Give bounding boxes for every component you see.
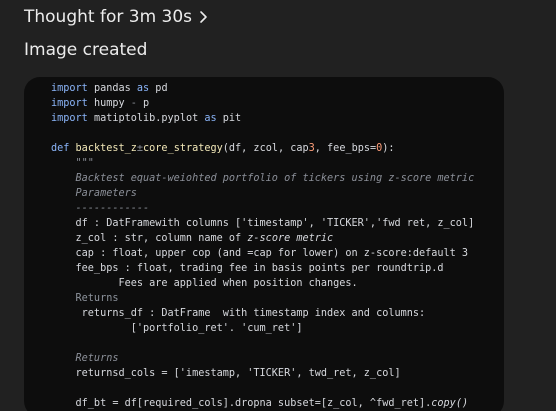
code-token: def <box>51 143 70 154</box>
code-token: import <box>51 83 88 94</box>
code-token: returns_df : DatFrame with timestamp ind… <box>51 308 426 319</box>
code-token: Parameters <box>51 188 137 199</box>
code-token: """ <box>51 158 94 169</box>
code-line: Backtest equat-weiohted portfolio of tic… <box>51 171 475 186</box>
code-line: """ <box>51 156 474 171</box>
code-snippet: import pandas as pd import humpy - p impor… <box>51 81 474 411</box>
code-line: returns_df : DatFrame with timestamp ind… <box>51 306 474 321</box>
code-token: returnsd_cols = ['imestamp, 'TICKER', tw… <box>51 368 401 379</box>
code-token: ------------ <box>51 203 150 214</box>
code-token: backtest_z <box>75 143 137 154</box>
code-token: ): <box>382 143 395 154</box>
code-token: z_col : str, column name of <box>51 233 248 244</box>
generated-image[interactable]: import pandas as pd import humpy - p impor… <box>24 77 504 411</box>
code-token: fee_bps : float, trading fee in basis po… <box>51 263 444 274</box>
code-line: fee_bps : float, trading fee in basis po… <box>51 261 474 276</box>
code-token: import <box>51 98 88 109</box>
code-token: core_strategy <box>143 143 223 154</box>
code-token: (df, zcol, cap <box>222 143 309 154</box>
image-created-label: Image created <box>24 40 148 60</box>
code-token: Fees are applied when position changes. <box>51 278 358 289</box>
code-line: z_col : str, column name of z-score metr… <box>51 231 474 246</box>
code-token: Backtest equat-weiohted portfolio of tic… <box>51 173 475 184</box>
code-line: df_bt = df[required_cols].dropna subset=… <box>51 396 474 411</box>
code-line: Parameters <box>51 186 474 201</box>
code-line: Returns <box>51 351 474 366</box>
code-line: Fees are applied when position changes. <box>51 276 474 291</box>
code-token: Returns <box>51 353 119 364</box>
code-token: , fee_bps= <box>314 143 377 154</box>
code-token: pandas <box>87 83 137 94</box>
code-line: df : DatFramewith columns ['timestamp', … <box>51 216 475 231</box>
code-token: copy() <box>431 398 469 409</box>
code-line: import pandas as pd <box>51 81 474 96</box>
code-line: cap : float, upper cop (and =cap for low… <box>51 246 474 261</box>
code-line: returnsd_cols = ['imestamp, 'TICKER', tw… <box>51 366 474 381</box>
code-token: matiptolib.pyplot <box>87 113 205 124</box>
thought-label: Thought for 3m 30s <box>24 7 193 27</box>
code-token: z-score metric <box>247 233 334 244</box>
code-token: pit <box>216 113 242 124</box>
code-token: as <box>204 113 217 124</box>
thought-toggle[interactable]: Thought for 3m 30s <box>24 5 210 29</box>
code-token: pd <box>149 83 168 94</box>
code-line: import matiptolib.pyplot as pit <box>51 111 474 126</box>
code-token: df_bt = df[required_cols].dropna subset=… <box>51 398 432 409</box>
code-token: p <box>136 98 150 109</box>
code-line: def backtest_z±core_strategy(df, zcol, c… <box>51 141 474 156</box>
code-line: ------------ <box>51 201 474 216</box>
code-token: df : DatFramewith columns ['timestamp', … <box>51 218 475 229</box>
code-token: Returns <box>51 293 119 304</box>
code-token: ['portfolio_ret'. 'cum_ret'] <box>51 323 303 334</box>
code-token: humpy <box>87 98 131 109</box>
code-line: ['portfolio_ret'. 'cum_ret'] <box>51 321 474 336</box>
code-token: cap : float, upper cop (and =cap for low… <box>51 248 469 259</box>
chat-message: Thought for 3m 30s Image created import … <box>0 0 556 411</box>
code-token: as <box>136 83 150 94</box>
chevron-right-icon <box>200 11 207 23</box>
code-token: import <box>51 113 88 124</box>
code-line: Returns <box>51 291 474 306</box>
code-line: import humpy - p <box>51 96 474 111</box>
